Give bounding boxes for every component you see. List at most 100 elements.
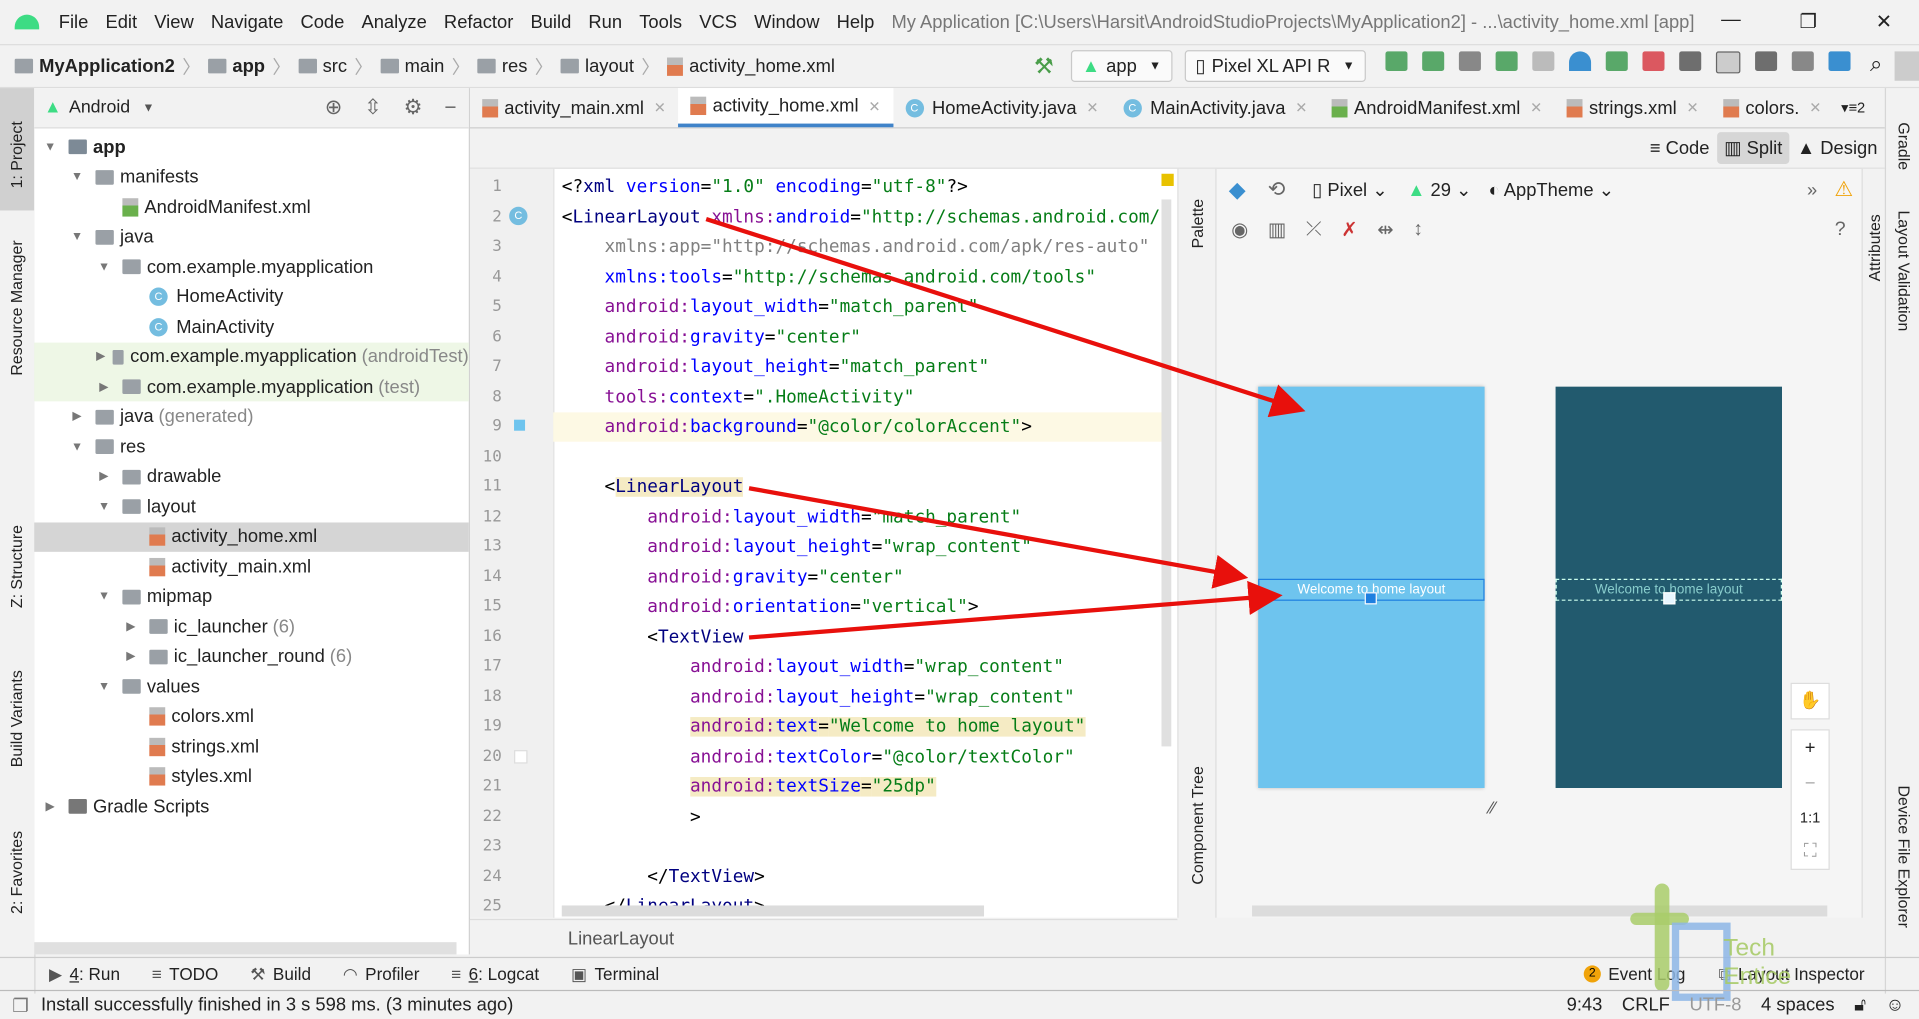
apply-changes-icon[interactable] bbox=[1385, 51, 1408, 71]
tool-build[interactable]: ⚒ Build bbox=[250, 964, 311, 985]
menu-build[interactable]: Build bbox=[530, 12, 571, 33]
locate-icon[interactable]: ⊕ bbox=[325, 95, 342, 119]
code-line[interactable]: android:layout_width="match_parent" bbox=[562, 292, 979, 321]
menu-file[interactable]: File bbox=[59, 12, 89, 33]
inspector-icon[interactable]: ☺ bbox=[1886, 995, 1905, 1016]
build-hammer-icon[interactable]: ⚒ bbox=[1034, 53, 1054, 79]
class-gutter-icon[interactable]: C bbox=[509, 206, 528, 226]
breadcrumb-item[interactable]: res 〉 bbox=[477, 53, 553, 79]
help-icon[interactable]: ? bbox=[1835, 219, 1846, 241]
code-line[interactable]: android:textSize="25dp" bbox=[562, 772, 936, 801]
palette-tab[interactable]: Palette bbox=[1188, 199, 1206, 249]
code-line[interactable]: android:textColor="@color/textColor" bbox=[562, 742, 1075, 771]
expand-down-icon[interactable]: ▼ bbox=[95, 680, 112, 693]
tool-logcat[interactable]: ≡ 6: Logcat bbox=[451, 964, 539, 985]
caret-position[interactable]: 9:43 bbox=[1567, 995, 1603, 1016]
tree-item[interactable]: ▼ layout bbox=[34, 492, 468, 521]
code-line[interactable]: android:layout_width="wrap_content" bbox=[562, 652, 1064, 681]
tree-item[interactable]: activity_home.xml bbox=[34, 521, 469, 552]
expand-right-icon[interactable]: ▶ bbox=[122, 650, 139, 663]
code-line[interactable]: > bbox=[562, 802, 701, 831]
menu-code[interactable]: Code bbox=[300, 12, 344, 33]
tool-build-variants[interactable]: Build Variants bbox=[7, 670, 25, 767]
tool-structure[interactable]: Z: Structure bbox=[7, 525, 25, 608]
sdk-manager-icon[interactable] bbox=[1828, 51, 1851, 71]
profile-icon[interactable] bbox=[1568, 51, 1591, 71]
hide-icon[interactable]: − bbox=[444, 95, 456, 119]
tool-todo[interactable]: ≡ TODO bbox=[152, 964, 219, 985]
breadcrumb-item[interactable]: layout 〉 bbox=[560, 53, 660, 79]
api-selector[interactable]: ▲ 29 ⌄ bbox=[1407, 179, 1471, 201]
tool-profiler[interactable]: ◠ Profiler bbox=[343, 964, 420, 985]
color-swatch-icon[interactable] bbox=[514, 750, 528, 764]
zoom-fit-button[interactable]: ⛶ bbox=[1804, 841, 1817, 862]
project-structure-icon[interactable] bbox=[1679, 51, 1702, 71]
lock-icon[interactable]: 🔓︎ bbox=[1854, 995, 1866, 1016]
debug-icon[interactable] bbox=[1495, 51, 1518, 71]
event-log-button[interactable]: 2 Event Log bbox=[1583, 964, 1685, 984]
tool-terminal[interactable]: ▣ Terminal bbox=[571, 964, 659, 985]
expand-down-icon[interactable]: ▼ bbox=[95, 500, 112, 513]
breadcrumb-item[interactable]: main 〉 bbox=[380, 53, 470, 79]
debug-attach-icon[interactable] bbox=[1605, 51, 1628, 71]
code-line[interactable]: android:layout_height="match_parent" bbox=[562, 352, 990, 381]
menu-help[interactable]: Help bbox=[837, 12, 875, 33]
project-horizontal-scrollbar[interactable] bbox=[34, 942, 457, 955]
editor-tab[interactable]: activity_home.xml ✕ bbox=[678, 88, 893, 128]
color-swatch-icon[interactable] bbox=[514, 419, 526, 431]
menu-view[interactable]: View bbox=[154, 12, 193, 33]
menu-navigate[interactable]: Navigate bbox=[211, 12, 283, 33]
code-line[interactable]: <?xml version="1.0" encoding="utf-8"?> bbox=[562, 173, 968, 202]
expand-right-icon[interactable]: ▶ bbox=[42, 800, 59, 813]
run-config-dropdown[interactable]: ▲ app ▼ bbox=[1070, 50, 1173, 82]
editor-tab[interactable]: activity_main.xml ✕ bbox=[470, 88, 678, 127]
orientation-icon[interactable]: ⟲ bbox=[1268, 177, 1285, 201]
code-line[interactable]: <LinearLayout xmlns:android="http://sche… bbox=[562, 203, 1160, 232]
component-tree-tab[interactable]: Component Tree bbox=[1188, 766, 1206, 884]
design-preview[interactable]: Welcome to home layout bbox=[1258, 386, 1485, 788]
close-tab-icon[interactable]: ✕ bbox=[654, 99, 666, 116]
expand-down-icon[interactable]: ▼ bbox=[95, 260, 112, 273]
close-button[interactable]: ✕ bbox=[1876, 10, 1892, 34]
close-tab-icon[interactable]: ✕ bbox=[1295, 99, 1307, 116]
expand-right-icon[interactable]: ▶ bbox=[95, 350, 106, 363]
status-toggle-icon[interactable]: ❐ bbox=[12, 994, 28, 1016]
expand-down-icon[interactable]: ▼ bbox=[69, 170, 86, 183]
code-editor[interactable]: 1 <?xml version="1.0" encoding="utf-8"?> 2… bbox=[469, 168, 1178, 918]
code-line[interactable]: <LinearLayout bbox=[562, 472, 744, 501]
code-line[interactable]: android:layout_width="match_parent" bbox=[562, 502, 1021, 531]
close-tab-icon[interactable]: ✕ bbox=[1086, 99, 1098, 116]
expand-right-icon[interactable]: ▶ bbox=[69, 410, 86, 423]
editor-tab[interactable]: C MainActivity.java ✕ bbox=[1111, 88, 1320, 127]
attach-debugger-icon[interactable] bbox=[1532, 51, 1555, 71]
tree-item[interactable]: ▼ manifests bbox=[34, 162, 468, 191]
resize-handle[interactable] bbox=[1663, 592, 1676, 605]
close-tab-icon[interactable]: ✕ bbox=[1809, 99, 1821, 116]
tree-item[interactable]: ▶ java (generated) bbox=[34, 402, 468, 431]
tool-layout-validation[interactable]: Layout Validation bbox=[1895, 210, 1913, 331]
gear-icon[interactable]: ⚙ bbox=[404, 95, 423, 119]
warning-icon[interactable]: ⚠ bbox=[1834, 177, 1853, 201]
tree-item[interactable]: ▶ ic_launcher_round (6) bbox=[34, 642, 468, 671]
file-encoding[interactable]: UTF-8 bbox=[1689, 995, 1741, 1016]
code-line[interactable]: xmlns:tools="http://schemas.android.com/… bbox=[562, 262, 1096, 291]
blueprint-preview[interactable]: Welcome to home layout bbox=[1555, 386, 1782, 788]
theme-selector[interactable]: ◐ AppTheme ⌄ bbox=[1489, 179, 1614, 201]
tree-item[interactable]: ▶ com.example.myapplication (androidTest) bbox=[34, 341, 469, 372]
menu-tools[interactable]: Tools bbox=[639, 12, 682, 33]
attributes-tab[interactable]: Attributes bbox=[1865, 214, 1883, 281]
tree-item[interactable]: ▼ mipmap bbox=[34, 582, 468, 611]
code-line[interactable]: </TextView> bbox=[562, 862, 765, 891]
menu-edit[interactable]: Edit bbox=[105, 12, 137, 33]
tree-item[interactable]: C HomeActivity bbox=[34, 282, 468, 311]
expand-right-icon[interactable]: ▶ bbox=[95, 380, 112, 393]
zoom-in-button[interactable]: + bbox=[1805, 738, 1816, 759]
menu-refactor[interactable]: Refactor bbox=[444, 12, 513, 33]
editor-tab[interactable]: strings.xml ✕ bbox=[1555, 88, 1711, 127]
android-view-dropdown[interactable]: ▲ Android ▼ bbox=[44, 98, 154, 118]
search-icon[interactable]: ⌕ bbox=[1870, 51, 1882, 80]
editor-tab[interactable]: AndroidManifest.xml ✕ bbox=[1320, 88, 1555, 127]
breadcrumb-item[interactable]: app 〉 bbox=[207, 53, 291, 79]
device-selector[interactable]: ▯ Pixel ⌄ bbox=[1312, 179, 1387, 201]
clear-constraints-icon[interactable]: ✗ bbox=[1341, 218, 1357, 242]
